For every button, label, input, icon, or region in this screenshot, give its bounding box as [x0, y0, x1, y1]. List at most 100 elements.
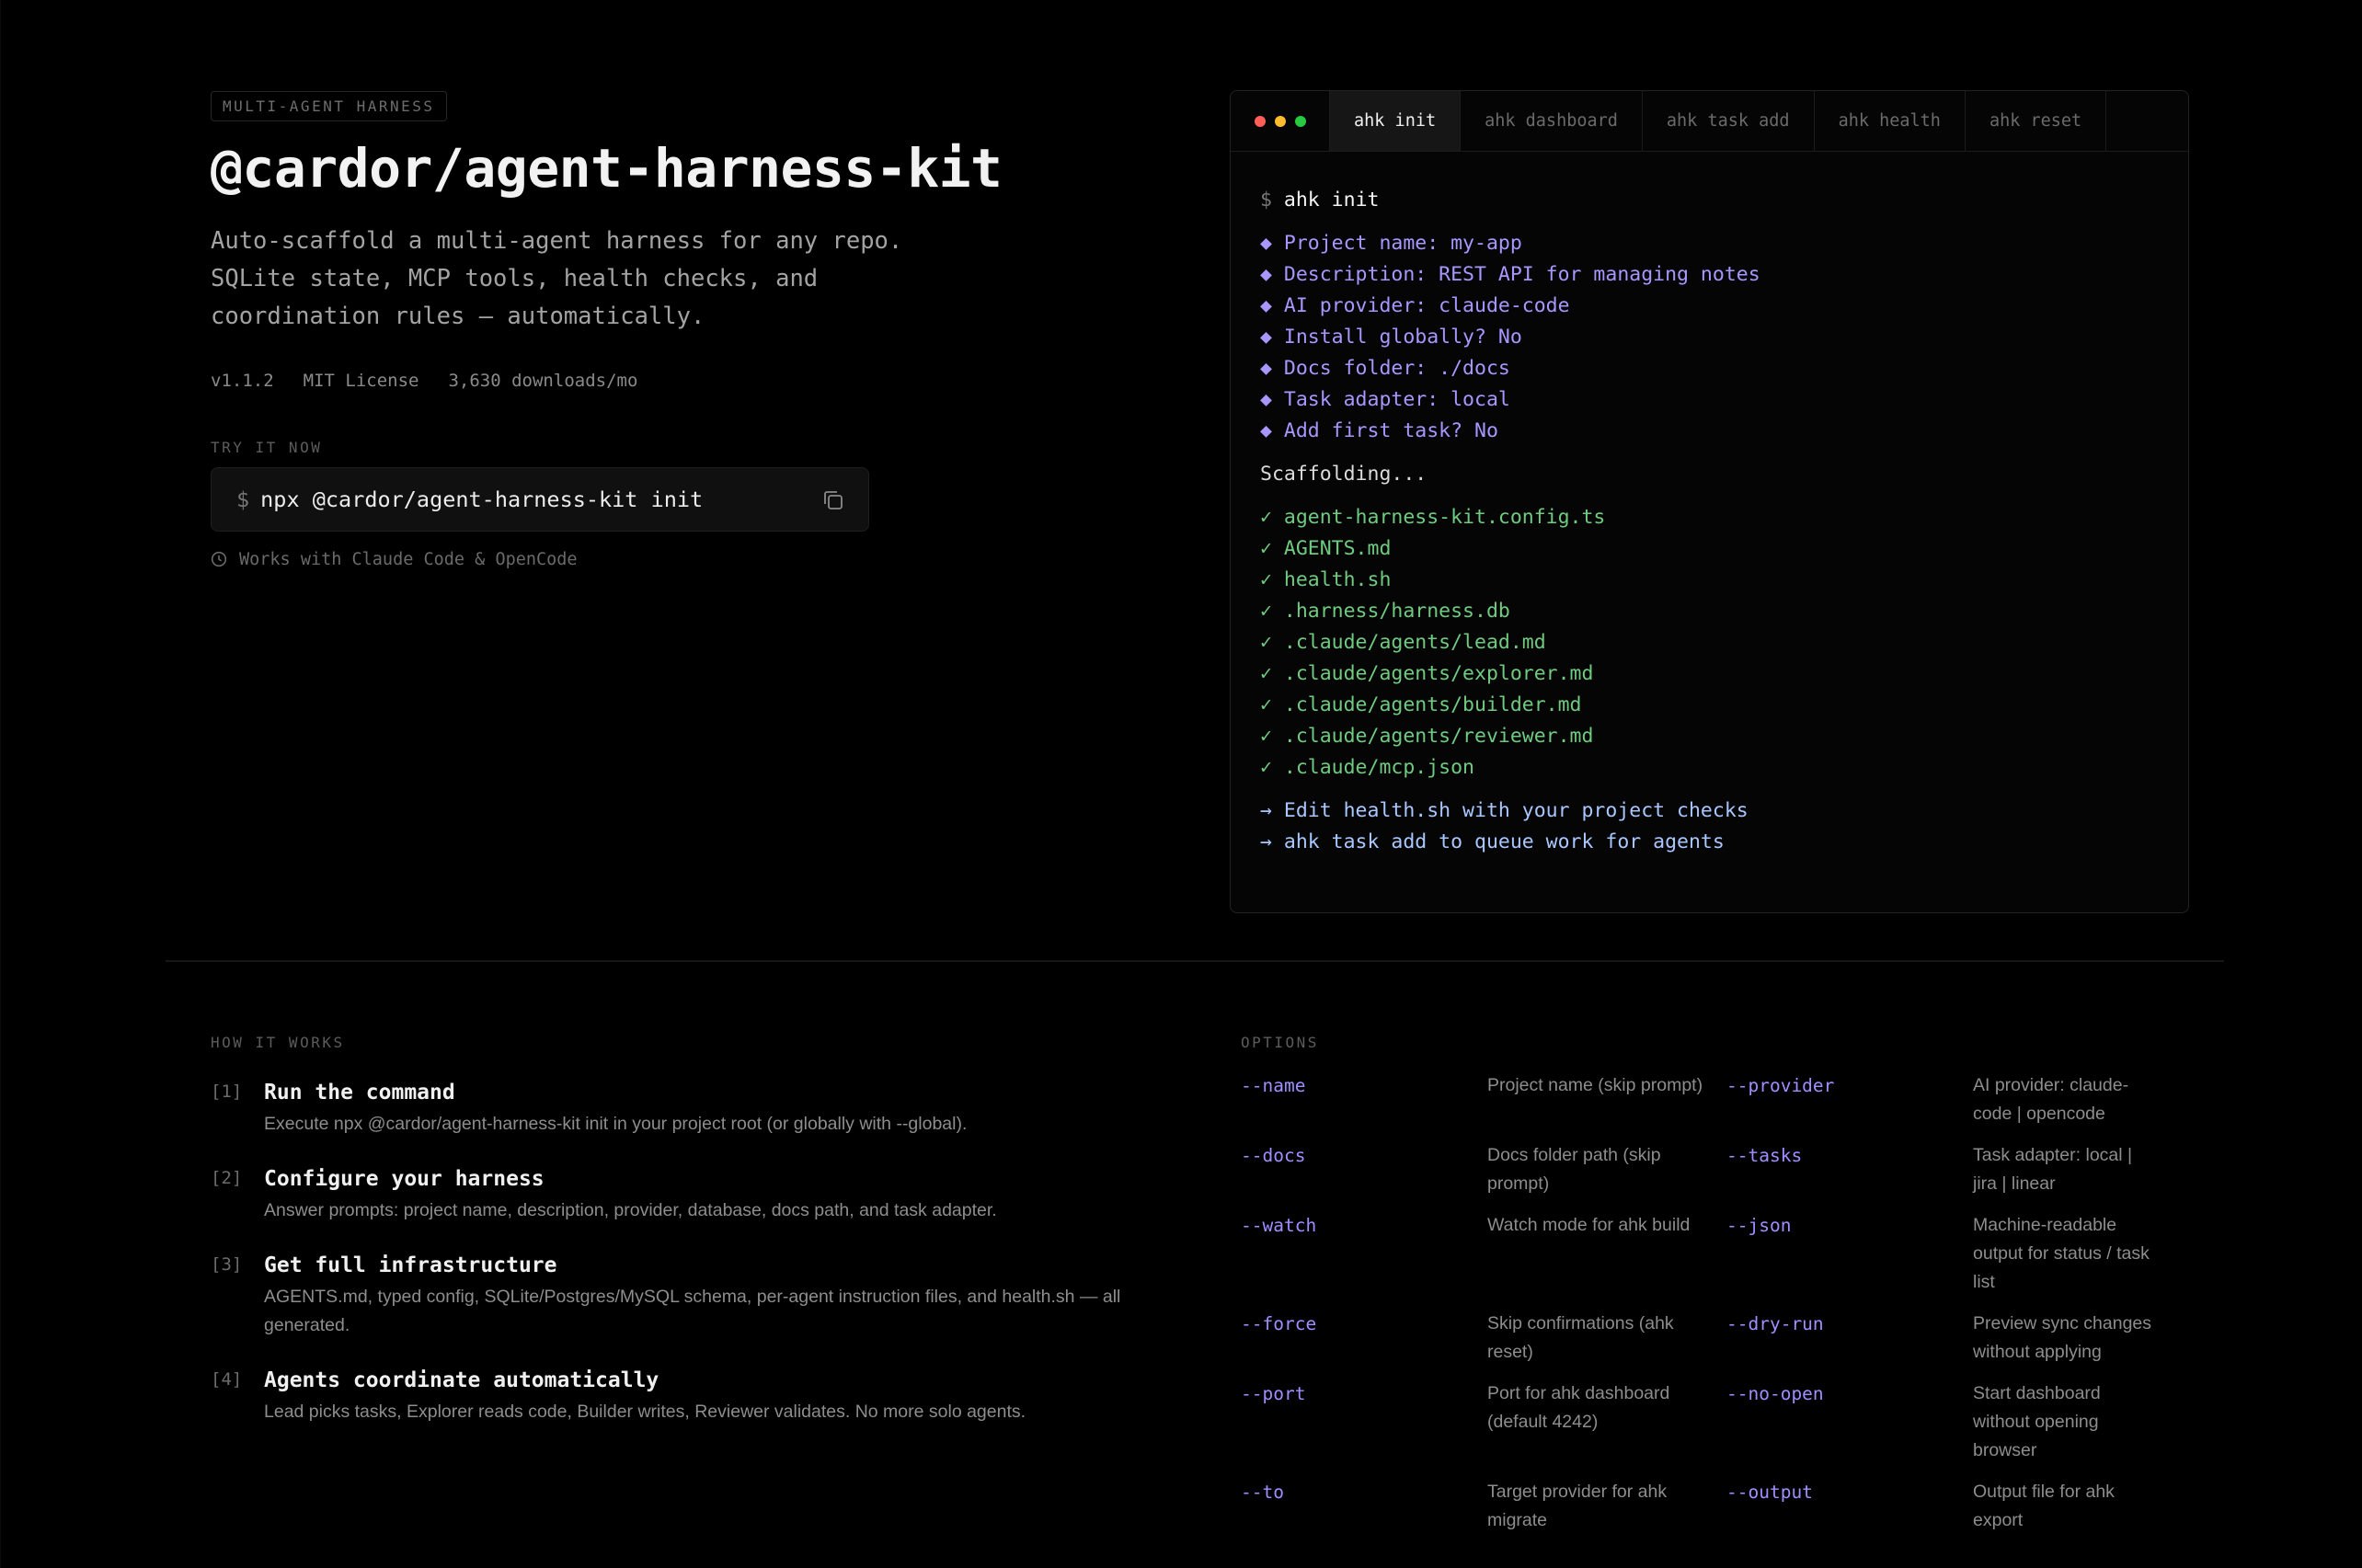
- step-body: Run the command Execute npx @cardor/agent…: [264, 1079, 1158, 1139]
- step-description: Answer prompts: project name, descriptio…: [264, 1200, 997, 1220]
- category-badge: MULTI-AGENT HARNESS: [211, 91, 447, 121]
- option-flag: --docs: [1241, 1145, 1306, 1166]
- tab-ahk-reset[interactable]: ahk reset: [1966, 91, 2107, 151]
- step-description: Lead picks tasks, Explorer reads code, B…: [264, 1402, 1026, 1422]
- next-step-line: → ahk task add to queue work for agents: [1260, 830, 1725, 853]
- option-flag: --watch: [1241, 1215, 1317, 1236]
- license-label: MIT License: [303, 370, 419, 391]
- prompt-answer-line: ◆ Description: REST API for managing not…: [1260, 263, 1760, 286]
- package-title: @cardor/agent-harness-kit: [211, 137, 1003, 200]
- terminal-command: ahk init: [1283, 189, 1380, 212]
- created-file-line: ✓ agent-harness-kit.config.ts: [1260, 506, 1606, 529]
- option-flag: --dry-run: [1726, 1313, 1824, 1334]
- steps-list: [1] Run the command Execute npx @cardor/ag…: [211, 1079, 1158, 1426]
- compatibility-note: Works with Claude Code & OpenCode: [211, 550, 1186, 569]
- step-description: Execute npx @cardor/agent-harness-kit in…: [264, 1114, 968, 1134]
- prompt-answer-line: ◆ Project name: my-app: [1260, 232, 1522, 255]
- option-description: Machine-readable output for status / tas…: [1973, 1215, 2150, 1292]
- close-dot[interactable]: [1255, 115, 1266, 127]
- prompt-answer-line: ◆ AI provider: claude-code: [1260, 294, 1570, 317]
- step-title: Get full infrastructure: [264, 1253, 557, 1277]
- scaffolding-status: Scaffolding...: [1260, 463, 1428, 486]
- option-flag: --provider: [1726, 1075, 1835, 1096]
- next-step-line: → Edit health.sh with your project check…: [1260, 799, 1749, 822]
- minimize-dot[interactable]: [1275, 115, 1286, 127]
- option-description: AI provider: claude-code | opencode: [1973, 1075, 2129, 1124]
- option-flag: --output: [1726, 1482, 1813, 1503]
- tab-ahk-init[interactable]: ahk init: [1330, 91, 1462, 151]
- option-description: Project name (skip prompt): [1487, 1075, 1703, 1095]
- step-item: [1] Run the command Execute npx @cardor/ag…: [211, 1079, 1158, 1139]
- option-description: Watch mode for ahk build: [1487, 1215, 1691, 1235]
- prompt-answer-line: ◆ Task adapter: local: [1260, 388, 1510, 411]
- install-command[interactable]: npx @cardor/agent-harness-kit init: [260, 486, 703, 512]
- terminal-prompt: $: [1260, 189, 1272, 212]
- how-it-works-heading: HOW IT WORKS: [211, 1034, 345, 1051]
- step-title: Agents coordinate automatically: [264, 1368, 659, 1392]
- hero-section: MULTI-AGENT HARNESS @cardor/agent-harnes…: [211, 91, 1186, 569]
- option-description: Skip confirmations (ahk reset): [1487, 1313, 1674, 1362]
- option-description: Preview sync changes without applying: [1973, 1313, 2152, 1362]
- terminal-command-line: $ ahk init: [1260, 185, 2188, 216]
- terminal-output: $ ahk init ◆ Project name: my-app ◆ Descr…: [1231, 152, 2188, 858]
- prompt-answer-line: ◆ Docs folder: ./docs: [1260, 357, 1510, 380]
- step-item: [2] Configure your harness Answer prompts:…: [211, 1165, 1158, 1225]
- window-controls: [1231, 91, 1330, 151]
- maximize-dot[interactable]: [1295, 115, 1306, 127]
- option-flag: --tasks: [1726, 1145, 1803, 1166]
- downloads-label: 3,630 downloads/mo: [448, 370, 638, 391]
- option-description: Docs folder path (skip prompt): [1487, 1145, 1661, 1194]
- option-description: Task adapter: local | jira | linear: [1973, 1145, 2133, 1194]
- options-heading: OPTIONS: [1241, 1034, 1319, 1051]
- option-flag: --no-open: [1726, 1383, 1824, 1404]
- created-files: ✓ agent-harness-kit.config.ts ✓ AGENTS.md…: [1260, 502, 2188, 784]
- copy-icon[interactable]: [820, 487, 846, 513]
- created-file-line: ✓ health.sh: [1260, 568, 1392, 591]
- created-file-line: ✓ .claude/agents/lead.md: [1260, 631, 1546, 654]
- option-description: Output file for ahk export: [1973, 1482, 2115, 1530]
- step-description: AGENTS.md, typed config, SQLite/Postgres…: [264, 1287, 1121, 1335]
- try-it-label: TRY IT NOW: [211, 438, 323, 456]
- created-file-line: ✓ .claude/agents/builder.md: [1260, 693, 1582, 716]
- step-body: Get full infrastructure AGENTS.md, typed …: [264, 1252, 1158, 1340]
- step-body: Agents coordinate automatically Lead pick…: [264, 1367, 1158, 1426]
- page-edge-rule: [0, 0, 1, 1568]
- package-description: Auto-scaffold a multi-agent harness for …: [211, 226, 903, 330]
- prompt-answer-line: ◆ Add first task? No: [1260, 419, 1498, 442]
- terminal-tab-bar: ahk init ahk dashboard ahk task add ahk …: [1231, 91, 2188, 152]
- prompt-answers: ◆ Project name: my-app ◆ Description: RES…: [1260, 228, 2188, 447]
- created-file-line: ✓ .claude/agents/reviewer.md: [1260, 725, 1594, 748]
- tab-ahk-health[interactable]: ahk health: [1815, 91, 1966, 151]
- step-title: Run the command: [264, 1081, 455, 1104]
- version-label: v1.1.2: [211, 370, 274, 391]
- step-number: [2]: [211, 1168, 243, 1188]
- prompt-answer-line: ◆ Install globally? No: [1260, 326, 1522, 349]
- tab-ahk-task-add[interactable]: ahk task add: [1643, 91, 1815, 151]
- option-description: Port for ahk dashboard (default 4242): [1487, 1383, 1670, 1432]
- clock-icon: [211, 552, 227, 567]
- option-flag: --port: [1241, 1383, 1306, 1404]
- created-file-line: ✓ .claude/agents/explorer.md: [1260, 662, 1594, 685]
- options-section: OPTIONS --name Project name (skip prompt)…: [1241, 1034, 2179, 1535]
- section-divider: [166, 960, 2224, 962]
- command-prompt: $: [236, 486, 250, 512]
- option-flag: --name: [1241, 1075, 1306, 1096]
- created-file-line: ✓ .harness/harness.db: [1260, 600, 1510, 623]
- package-meta: v1.1.2 MIT License 3,630 downloads/mo: [211, 371, 1186, 391]
- option-flag: --to: [1241, 1482, 1284, 1503]
- terminal-window: ahk init ahk dashboard ahk task add ahk …: [1230, 90, 2189, 913]
- step-item: [3] Get full infrastructure AGENTS.md, typ…: [211, 1252, 1158, 1340]
- next-steps: → Edit health.sh with your project check…: [1260, 795, 2188, 858]
- option-description: Target provider for ahk migrate: [1487, 1482, 1668, 1530]
- option-flag: --force: [1241, 1313, 1317, 1334]
- install-command-box[interactable]: $ npx @cardor/agent-harness-kit init: [211, 466, 869, 532]
- options-table: --name Project name (skip prompt) --provid…: [1241, 1071, 2179, 1535]
- tab-ahk-dashboard[interactable]: ahk dashboard: [1461, 91, 1643, 151]
- compatibility-text: Works with Claude Code & OpenCode: [239, 549, 578, 569]
- option-flag: --json: [1726, 1215, 1792, 1236]
- created-file-line: ✓ AGENTS.md: [1260, 537, 1392, 560]
- option-description: Start dashboard without opening browser: [1973, 1383, 2101, 1460]
- how-it-works-section: HOW IT WORKS [1] Run the command Execute n…: [211, 1034, 1158, 1426]
- created-file-line: ✓ .claude/mcp.json: [1260, 756, 1474, 779]
- step-title: Configure your harness: [264, 1167, 545, 1191]
